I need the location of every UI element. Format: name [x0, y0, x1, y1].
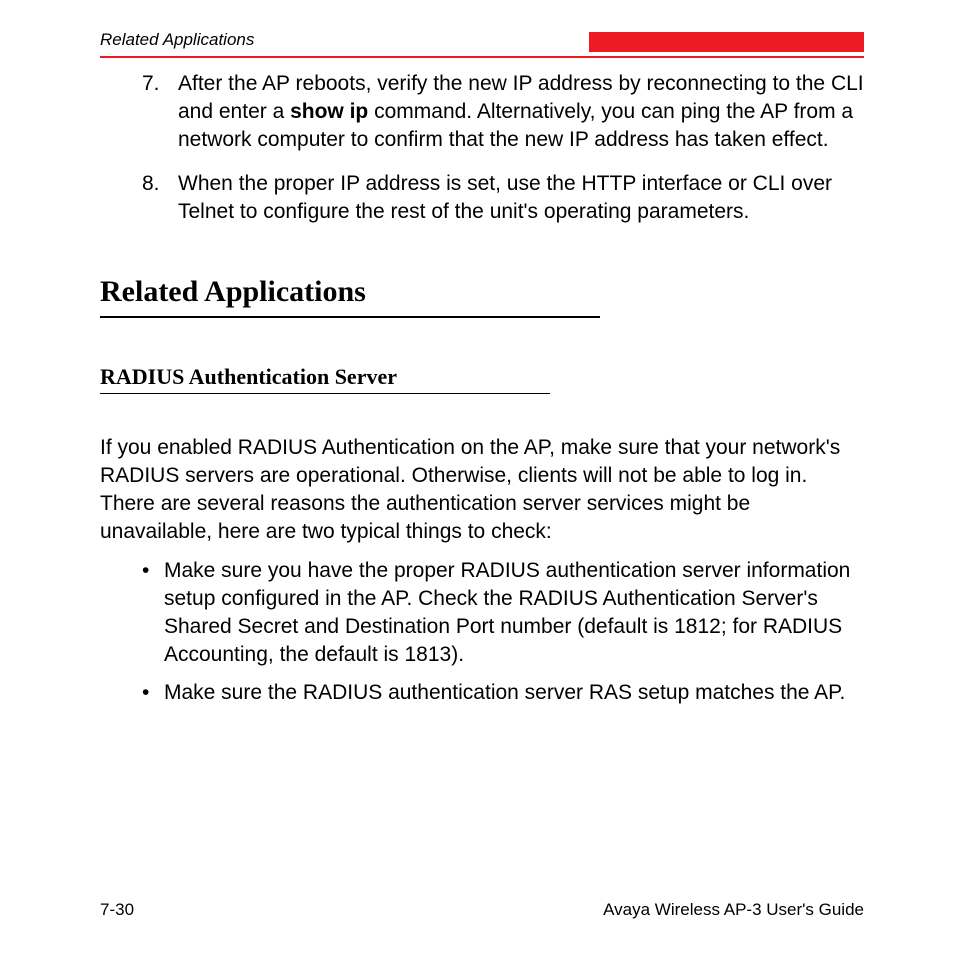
list-text: Make sure the RADIUS authentication serv…	[164, 679, 864, 707]
ordered-list-item: 8. When the proper IP address is set, us…	[100, 170, 864, 226]
list-number: 7.	[142, 70, 178, 154]
header-section-title: Related Applications	[100, 30, 254, 52]
bullet-icon: •	[142, 557, 164, 669]
text-run: When the proper IP address is set, use t…	[178, 172, 832, 223]
heading-2: RADIUS Authentication Server	[100, 362, 864, 391]
text-run-bold: show ip	[290, 100, 368, 123]
page-content: 7. After the AP reboots, verify the new …	[100, 70, 864, 707]
document-title: Avaya Wireless AP-3 User's Guide	[603, 900, 864, 920]
heading-1: Related Applications	[100, 272, 864, 312]
list-text: Make sure you have the proper RADIUS aut…	[164, 557, 864, 669]
bullet-icon: •	[142, 679, 164, 707]
list-number: 8.	[142, 170, 178, 226]
heading-1-rule	[100, 316, 600, 318]
header-rule	[100, 56, 864, 58]
paragraph: If you enabled RADIUS Authentication on …	[100, 434, 864, 546]
document-page: Related Applications 7. After the AP reb…	[0, 0, 954, 954]
page-number: 7-30	[100, 900, 134, 920]
page-header: Related Applications	[100, 30, 864, 52]
list-text: After the AP reboots, verify the new IP …	[178, 70, 864, 154]
page-footer: 7-30 Avaya Wireless AP-3 User's Guide	[100, 900, 864, 920]
heading-2-rule	[100, 393, 550, 394]
bullet-list-item: • Make sure you have the proper RADIUS a…	[100, 557, 864, 669]
bullet-list-item: • Make sure the RADIUS authentication se…	[100, 679, 864, 707]
ordered-list-item: 7. After the AP reboots, verify the new …	[100, 70, 864, 154]
header-red-bar	[589, 32, 864, 52]
list-text: When the proper IP address is set, use t…	[178, 170, 864, 226]
